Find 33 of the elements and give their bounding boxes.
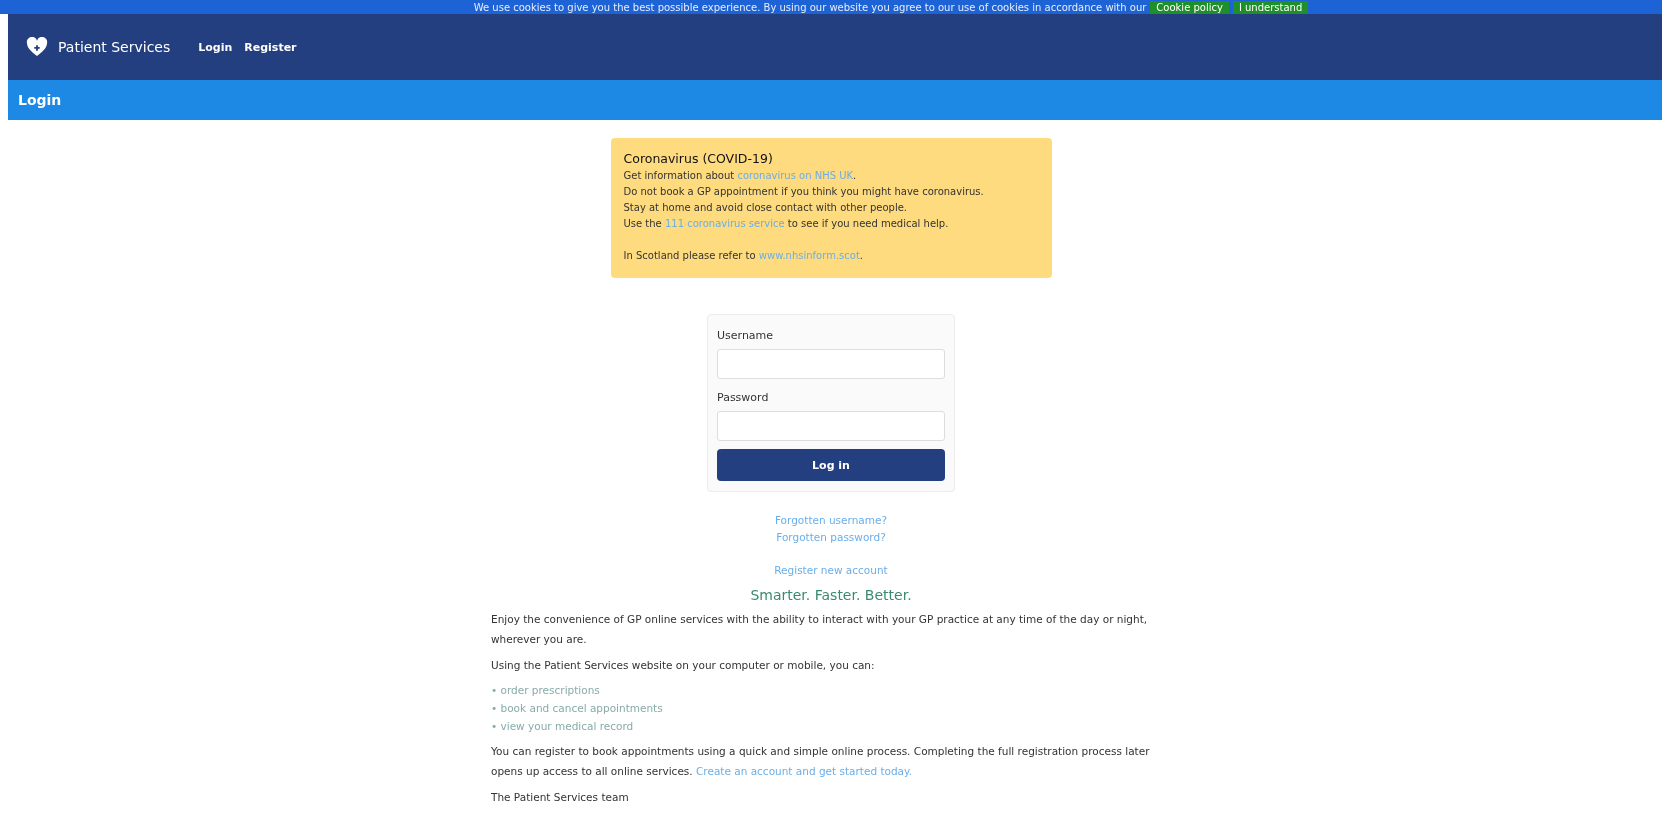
- input-field[interactable]: [717, 411, 945, 441]
- notice-link[interactable]: www.nhsinform.scot: [758, 250, 860, 261]
- cookie-button[interactable]: I understand: [1232, 0, 1309, 14]
- account-link[interactable]: Forgotten username?: [774, 512, 888, 529]
- login-button[interactable]: Log in: [717, 449, 945, 481]
- cookie-text: We use cookies to give you the best possible experience. By using our website you agree to our use of cookies in accordance with our: [473, 1, 1147, 13]
- nav-link[interactable]: Register: [244, 40, 297, 54]
- feature-item: • book and cancel appointments: [491, 701, 664, 716]
- input-field[interactable]: [717, 349, 945, 379]
- paragraph: You can register to book appointments using a quick and simple online process. Completing the full registration process later opens up access to all online services. Create an account and get started today.: [491, 744, 1151, 779]
- register-link[interactable]: Register new account: [774, 562, 888, 579]
- paragraph: Enjoy the convenience of GP online services with the ability to interact with your GP practice at any time of the day or night, wherever you are.: [491, 612, 1149, 647]
- notice-text: Do not book a GP appointment if you think you might have coronavirus.: [623, 185, 985, 199]
- feature-item: • order prescriptions: [491, 683, 601, 698]
- create-account-link[interactable]: Create an account and get started today.: [696, 765, 913, 777]
- paragraph: Using the Patient Services website on your computer or mobile, you can:: [491, 658, 876, 673]
- account-link[interactable]: Forgotten password?: [776, 529, 886, 546]
- notice-text: Stay at home and avoid close contact with other people.: [623, 201, 909, 215]
- notice-text: Get information about coronavirus on NHS UK.: [623, 169, 858, 183]
- signoff: The Patient Services team: [491, 790, 630, 805]
- heart-icon: [26, 37, 48, 57]
- feature-item: • view your medical record: [491, 719, 635, 734]
- notice-title: Coronavirus (COVID-19): [623, 150, 774, 168]
- nav-link[interactable]: Login: [198, 40, 233, 54]
- cookie-button[interactable]: Cookie policy: [1150, 0, 1229, 14]
- notice-text: In Scotland please refer to www.nhsinform.scot.: [623, 249, 865, 263]
- field-label: Password: [717, 391, 770, 404]
- tagline: Smarter. Faster. Better.: [749, 587, 913, 603]
- brand-name[interactable]: Patient Services: [58, 39, 171, 55]
- notice-text: Use the 111 coronavirus service to see if you need medical help.: [623, 217, 950, 231]
- field-label: Username: [717, 329, 775, 342]
- page-title: Login: [18, 92, 62, 108]
- notice-link[interactable]: 111 coronavirus service: [664, 218, 785, 229]
